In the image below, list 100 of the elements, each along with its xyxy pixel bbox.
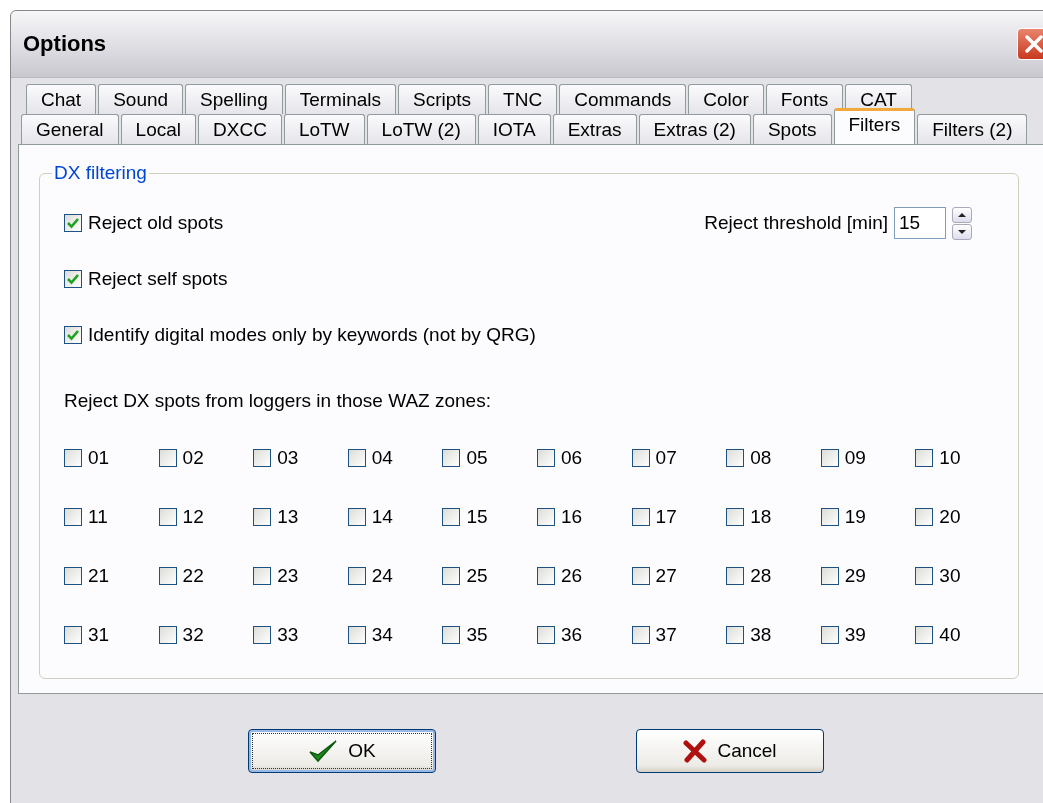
checkbox[interactable]: [631, 449, 650, 467]
checkbox[interactable]: [64, 567, 82, 585]
zone-checkbox[interactable]: 13: [253, 506, 348, 528]
zone-checkbox[interactable]: 03: [253, 447, 348, 469]
zone-checkbox[interactable]: 38: [726, 624, 821, 646]
tab[interactable]: TNC: [488, 84, 558, 114]
zone-checkbox[interactable]: 06: [536, 447, 632, 469]
zone-checkbox[interactable]: 27: [631, 565, 727, 587]
checkbox[interactable]: [631, 508, 650, 526]
checkbox[interactable]: [726, 567, 745, 585]
zone-checkbox[interactable]: 16: [536, 506, 632, 528]
checkbox[interactable]: [820, 626, 839, 644]
zone-checkbox[interactable]: 28: [726, 565, 821, 587]
spin-buttons[interactable]: [952, 206, 972, 240]
zone-checkbox[interactable]: 33: [253, 624, 348, 646]
zone-checkbox[interactable]: 40: [915, 624, 1010, 646]
checkbox[interactable]: [253, 626, 272, 644]
zone-checkbox[interactable]: 31: [64, 624, 159, 646]
tab[interactable]: DXCC: [198, 114, 282, 144]
zone-checkbox[interactable]: 15: [442, 506, 537, 528]
checkbox[interactable]: [631, 626, 650, 644]
checkbox[interactable]: [158, 567, 177, 585]
checkbox[interactable]: [347, 567, 366, 585]
tab[interactable]: Color: [688, 84, 764, 114]
zone-checkbox[interactable]: 19: [820, 506, 916, 528]
zone-checkbox[interactable]: 22: [158, 565, 254, 587]
checkbox[interactable]: [253, 508, 272, 526]
zone-checkbox[interactable]: 30: [915, 565, 1010, 587]
checkbox[interactable]: [536, 449, 555, 467]
zone-checkbox[interactable]: 20: [915, 506, 1010, 528]
zone-checkbox[interactable]: 34: [347, 624, 443, 646]
checkbox[interactable]: [726, 508, 745, 526]
zone-checkbox[interactable]: 25: [442, 565, 537, 587]
zone-checkbox[interactable]: 01: [64, 447, 159, 469]
cancel-button[interactable]: Cancel: [636, 729, 824, 773]
zone-checkbox[interactable]: 08: [726, 447, 821, 469]
checkbox[interactable]: [820, 449, 839, 467]
zone-checkbox[interactable]: 09: [820, 447, 916, 469]
checkbox[interactable]: [442, 449, 461, 467]
zone-checkbox[interactable]: 07: [631, 447, 727, 469]
tab[interactable]: Spelling: [185, 84, 283, 114]
zone-checkbox[interactable]: 10: [915, 447, 1010, 469]
checkbox[interactable]: [253, 449, 272, 467]
threshold-field[interactable]: 15: [894, 207, 946, 239]
tab[interactable]: Terminals: [284, 84, 396, 114]
zone-checkbox[interactable]: 39: [820, 624, 916, 646]
checkbox[interactable]: [820, 508, 839, 526]
checkbox[interactable]: [726, 449, 745, 467]
zone-checkbox[interactable]: 02: [158, 447, 254, 469]
zone-checkbox[interactable]: 23: [253, 565, 348, 587]
zone-checkbox[interactable]: 05: [442, 447, 537, 469]
tab[interactable]: Spots: [752, 114, 832, 144]
checkbox[interactable]: [347, 508, 366, 526]
checkbox[interactable]: [158, 508, 177, 526]
checkbox[interactable]: [915, 508, 934, 526]
tab[interactable]: Sound: [98, 84, 184, 114]
tab[interactable]: Filters: [833, 108, 916, 144]
tab[interactable]: Scripts: [398, 84, 487, 114]
checkbox[interactable]: [64, 508, 82, 526]
checkbox[interactable]: [158, 449, 177, 467]
tab[interactable]: IOTA: [477, 114, 551, 144]
zone-checkbox[interactable]: 24: [347, 565, 443, 587]
tab[interactable]: Commands: [559, 84, 687, 114]
tab[interactable]: Local: [120, 114, 197, 144]
zone-checkbox[interactable]: 11: [64, 506, 159, 528]
close-button[interactable]: [1017, 28, 1043, 60]
checkbox[interactable]: [64, 326, 82, 344]
zone-checkbox[interactable]: 35: [442, 624, 537, 646]
checkbox[interactable]: [442, 567, 461, 585]
checkbox[interactable]: [631, 567, 650, 585]
zone-checkbox[interactable]: 29: [820, 565, 916, 587]
tab[interactable]: General: [21, 114, 119, 144]
zone-checkbox[interactable]: 37: [631, 624, 727, 646]
checkbox[interactable]: [64, 214, 82, 232]
zone-checkbox[interactable]: 32: [158, 624, 254, 646]
zone-checkbox[interactable]: 17: [631, 506, 727, 528]
tab[interactable]: LoTW: [283, 114, 365, 144]
checkbox-option[interactable]: Reject old spots: [64, 212, 224, 234]
checkbox[interactable]: [915, 449, 934, 467]
checkbox[interactable]: [64, 449, 82, 467]
tab[interactable]: Filters (2): [917, 114, 1028, 144]
tab[interactable]: Fonts: [765, 84, 844, 114]
checkbox[interactable]: [726, 626, 745, 644]
checkbox[interactable]: [915, 567, 934, 585]
checkbox-option[interactable]: Reject self spots: [64, 268, 228, 290]
zone-checkbox[interactable]: 36: [536, 624, 632, 646]
checkbox[interactable]: [347, 449, 366, 467]
checkbox[interactable]: [536, 508, 555, 526]
checkbox[interactable]: [253, 567, 272, 585]
zone-checkbox[interactable]: 21: [64, 565, 159, 587]
checkbox[interactable]: [64, 270, 82, 288]
tab[interactable]: Extras: [552, 114, 637, 144]
ok-button[interactable]: OK: [248, 729, 436, 773]
zone-checkbox[interactable]: 18: [726, 506, 821, 528]
checkbox[interactable]: [64, 626, 82, 644]
checkbox[interactable]: [536, 567, 555, 585]
tab[interactable]: LoTW (2): [366, 114, 476, 144]
zone-checkbox[interactable]: 26: [536, 565, 632, 587]
tab[interactable]: Chat: [26, 84, 97, 114]
checkbox[interactable]: [915, 626, 934, 644]
